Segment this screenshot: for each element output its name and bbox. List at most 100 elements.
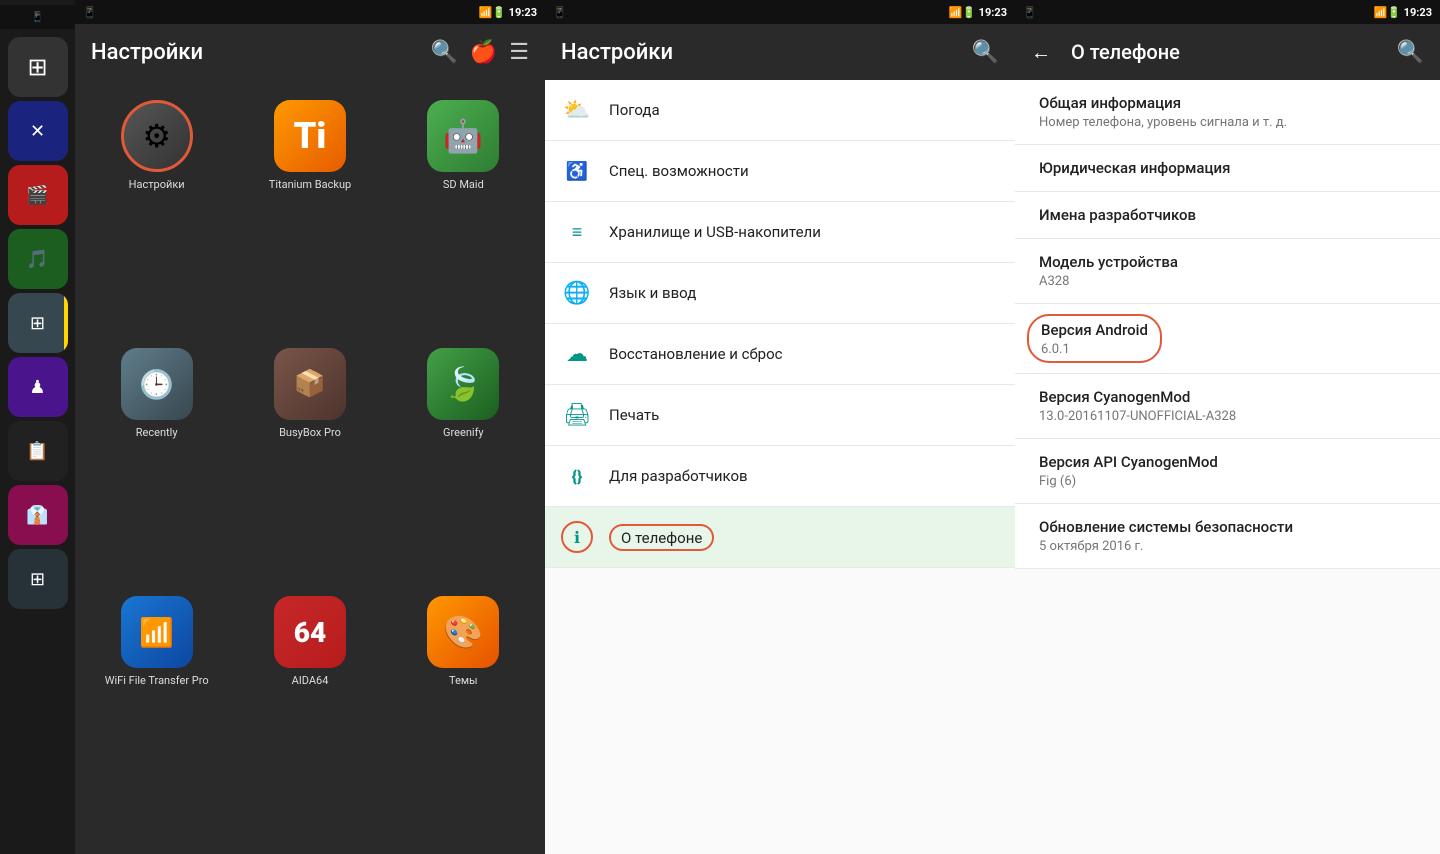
about-title-android: Версия Android: [1041, 321, 1148, 339]
app-label-titanium: Titanium Backup: [269, 178, 351, 192]
app-label-greenify: Greenify: [443, 426, 484, 440]
developer-icon: {}: [561, 460, 593, 492]
app-label-themes: Темы: [449, 674, 478, 688]
app-item-greenify[interactable]: 🍃 Greenify: [392, 348, 535, 586]
about-sub-cyanogen: 13.0-20161107-UNOFFICIAL-A328: [1039, 409, 1416, 424]
notification-icons-2: 📱: [553, 6, 567, 19]
panel3-header: ← О телефоне 🔍: [1015, 24, 1440, 80]
app-grid: ⚙ Настройки Ti Titanium Backup 🤖 SD Maid…: [75, 80, 545, 854]
about-sub-api: Fig (6): [1039, 474, 1416, 489]
sidebar-icon-8[interactable]: 👔: [8, 485, 68, 545]
sidebar-icon-3[interactable]: 🎬: [8, 165, 68, 225]
panel2-header: Настройки 🔍: [545, 24, 1015, 80]
app-item-aida[interactable]: 64 AIDA64: [238, 596, 381, 834]
about-item-devnames[interactable]: Имена разработчиков: [1015, 192, 1440, 239]
about-title-cyanogen: Версия CyanogenMod: [1039, 388, 1416, 406]
about-item-android[interactable]: Версия Android 6.0.1: [1015, 304, 1440, 374]
sidebar-icon-2[interactable]: ✕: [8, 101, 68, 161]
settings-item-language[interactable]: 🌐 Язык и ввод: [545, 263, 1015, 324]
about-icon: ℹ: [561, 521, 593, 553]
app-item-sdmaid[interactable]: 🤖 SD Maid: [392, 100, 535, 338]
language-icon: 🌐: [561, 277, 593, 309]
sidebar-icon-1[interactable]: ⊞: [8, 37, 68, 97]
settings-item-backup[interactable]: ☁ Восстановление и сброс: [545, 324, 1015, 385]
about-title-model: Модель устройства: [1039, 253, 1416, 271]
settings-item-accessibility[interactable]: ♿ Спец. возможности: [545, 141, 1015, 202]
settings-item-developer[interactable]: {} Для разработчиков: [545, 446, 1015, 507]
app-icon-aida: 64: [274, 596, 346, 668]
sidebar-icon-4[interactable]: 🎵: [8, 229, 68, 289]
about-sub-security: 5 октября 2016 г.: [1039, 539, 1416, 554]
about-title-devnames: Имена разработчиков: [1039, 206, 1416, 224]
accessibility-icon: ♿: [561, 155, 593, 187]
app-icon-sdmaid: 🤖: [427, 100, 499, 172]
settings-label-backup: Восстановление и сброс: [609, 345, 782, 363]
app-item-titanium[interactable]: Ti Titanium Backup: [238, 100, 381, 338]
app-item-settings[interactable]: ⚙ Настройки: [85, 100, 228, 338]
about-title-legal: Юридическая информация: [1039, 159, 1416, 177]
about-item-legal[interactable]: Юридическая информация: [1015, 145, 1440, 192]
settings-list: ⛅ Погода ♿ Спец. возможности ≡ Хранилище…: [545, 80, 1015, 854]
panel2-title: Настройки: [561, 40, 960, 65]
settings-label-about: О телефоне: [609, 524, 714, 551]
settings-label-storage: Хранилище и USB-накопители: [609, 223, 821, 241]
settings-item-print[interactable]: 🖨 Печать: [545, 385, 1015, 446]
apple-icon[interactable]: 🍎: [470, 40, 497, 65]
settings-label-developer: Для разработчиков: [609, 467, 748, 485]
app-label-wifi: WiFi File Transfer Pro: [105, 674, 209, 688]
search-icon-panel1[interactable]: 🔍: [430, 40, 457, 65]
settings-label-print: Печать: [609, 406, 659, 424]
storage-icon: ≡: [561, 216, 593, 248]
sidebar-icon-9[interactable]: ⊞: [8, 549, 68, 609]
app-item-busybox[interactable]: 📦 BusyBox Pro: [238, 348, 381, 586]
three-panel: 📱 📶🔋 19:23 Настройки 🔍 🍎 ☰ ⚙ Настройки T…: [75, 0, 1440, 854]
settings-item-storage[interactable]: ≡ Хранилище и USB-накопители: [545, 202, 1015, 263]
panel3: 📱 📶🔋 19:23 ← О телефоне 🔍 Общая информац…: [1015, 0, 1440, 854]
about-item-model[interactable]: Модель устройства A328: [1015, 239, 1440, 304]
app-item-themes[interactable]: 🎨 Темы: [392, 596, 535, 834]
about-sub-model: A328: [1039, 274, 1416, 289]
time-display-2: 19:23: [979, 6, 1007, 19]
sidebar-icon-5[interactable]: ⊞: [8, 293, 68, 353]
settings-label-weather: Погода: [609, 101, 660, 119]
app-item-wifi[interactable]: 📶 WiFi File Transfer Pro: [85, 596, 228, 834]
panel1: 📱 📶🔋 19:23 Настройки 🔍 🍎 ☰ ⚙ Настройки T…: [75, 0, 545, 854]
status-icons-right-3: 📶🔋 19:23: [1374, 6, 1432, 19]
status-icons-right: 📶🔋 19:23: [479, 6, 537, 19]
app-icon-titanium: Ti: [274, 100, 346, 172]
settings-item-weather[interactable]: ⛅ Погода: [545, 80, 1015, 141]
menu-icon-panel1[interactable]: ☰: [509, 40, 529, 65]
about-title-api: Версия API CyanogenMod: [1039, 453, 1416, 471]
app-label-sdmaid: SD Maid: [443, 178, 484, 192]
app-icon-busybox: 📦: [274, 348, 346, 420]
about-sub-android: 6.0.1: [1041, 342, 1148, 357]
about-item-security[interactable]: Обновление системы безопасности 5 октябр…: [1015, 504, 1440, 569]
app-label-settings: Настройки: [129, 178, 185, 192]
backup-icon: ☁: [561, 338, 593, 370]
search-icon-panel3[interactable]: 🔍: [1397, 40, 1424, 65]
about-title-security: Обновление системы безопасности: [1039, 518, 1416, 536]
sidebar-icon-6[interactable]: ♟: [8, 357, 68, 417]
back-button[interactable]: ←: [1031, 40, 1051, 65]
settings-item-about[interactable]: ℹ О телефоне: [545, 507, 1015, 568]
app-label-aida: AIDA64: [292, 674, 329, 688]
about-item-general[interactable]: Общая информация Номер телефона, уровень…: [1015, 80, 1440, 145]
notification-icons-3: 📱: [1023, 6, 1037, 19]
app-label-busybox: BusyBox Pro: [279, 426, 341, 440]
status-icons-right-2: 📶🔋 19:23: [949, 6, 1007, 19]
sidebar-icon-7[interactable]: 📋: [8, 421, 68, 481]
time-display-3: 19:23: [1404, 6, 1432, 19]
about-title-general: Общая информация: [1039, 94, 1416, 112]
about-item-api[interactable]: Версия API CyanogenMod Fig (6): [1015, 439, 1440, 504]
print-icon: 🖨: [561, 399, 593, 431]
notification-icons: 📱: [83, 6, 97, 19]
about-item-cyanogen[interactable]: Версия CyanogenMod 13.0-20161107-UNOFFIC…: [1015, 374, 1440, 439]
app-icon-greenify: 🍃: [427, 348, 499, 420]
app-icon-wifi: 📶: [121, 596, 193, 668]
app-icon-themes: 🎨: [427, 596, 499, 668]
panel3-title: О телефоне: [1071, 40, 1385, 64]
settings-label-language: Язык и ввод: [609, 284, 696, 302]
search-icon-panel2[interactable]: 🔍: [972, 40, 999, 65]
app-item-recently[interactable]: 🕒 Recently: [85, 348, 228, 586]
app-icon-recently: 🕒: [121, 348, 193, 420]
